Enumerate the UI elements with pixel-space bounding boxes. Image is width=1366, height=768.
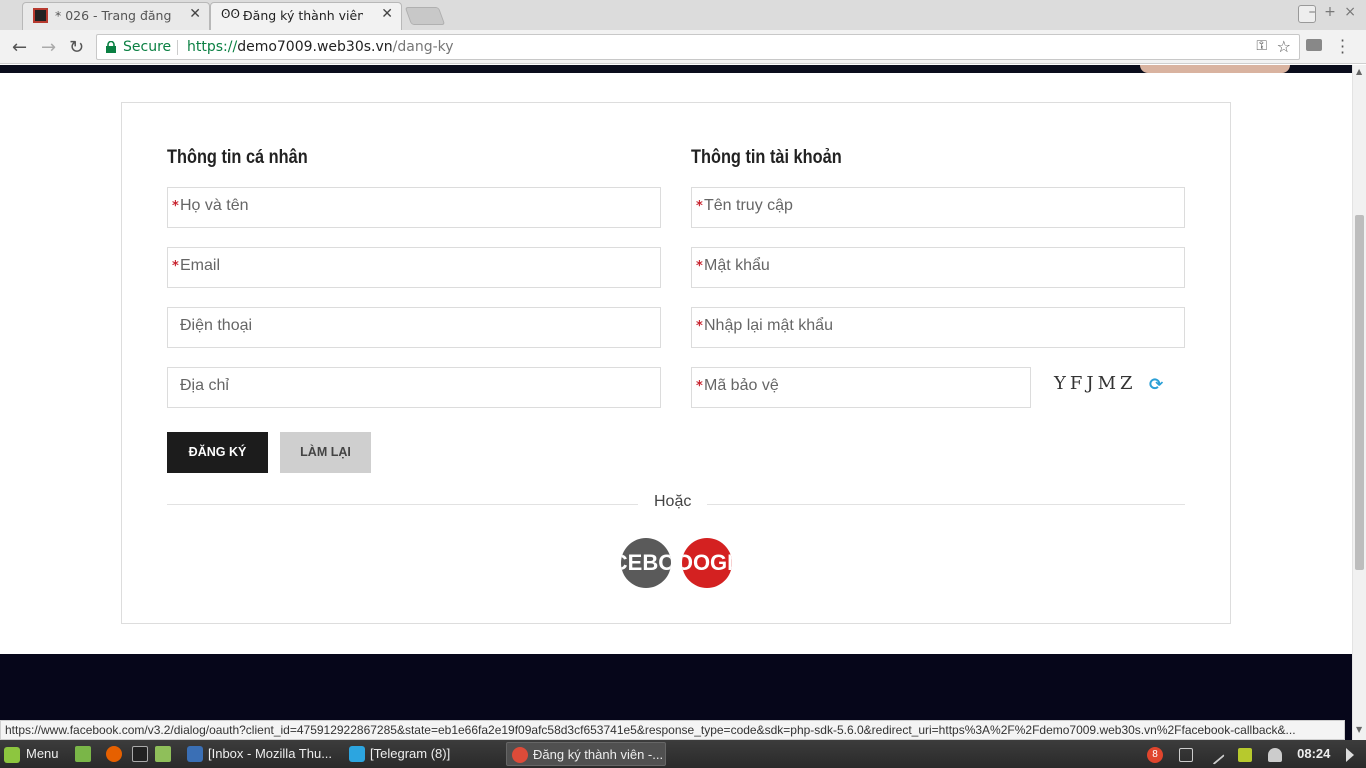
- page-viewport: Thông tin cá nhân Thông tin tài khoản * …: [0, 65, 1352, 740]
- confirm-password-input[interactable]: * Nhập lại mật khẩu: [691, 307, 1185, 348]
- bookmark-star-icon[interactable]: ☆: [1277, 37, 1291, 56]
- scroll-up-arrow-icon[interactable]: ▲: [1356, 67, 1362, 76]
- required-marker: *: [172, 199, 179, 214]
- status-bar-url: https://www.facebook.com/v3.2/dialog/oau…: [0, 720, 1345, 740]
- task-telegram[interactable]: [Telegram (8)]: [344, 742, 500, 766]
- account-info-title: Thông tin tài khoản: [691, 147, 842, 168]
- mint-logo-icon: [4, 746, 20, 763]
- or-label: Hoặc: [638, 493, 708, 511]
- camera-icon[interactable]: [1306, 39, 1322, 51]
- firefox-icon[interactable]: [106, 746, 122, 762]
- captcha-image: YFJMZ: [1054, 373, 1137, 394]
- tab-register[interactable]: ʘʘ Đăng ký thành viên ✕: [210, 2, 402, 30]
- reload-icon[interactable]: ↻: [69, 37, 84, 58]
- address-bar[interactable]: Secure https://demo7009.web30s.vn/dang-k…: [96, 34, 1300, 60]
- username-input[interactable]: * Tên truy cập: [691, 187, 1185, 228]
- new-tab-button[interactable]: [404, 7, 446, 25]
- scroll-down-arrow-icon[interactable]: ▼: [1356, 725, 1362, 734]
- close-tab-icon[interactable]: ✕: [189, 6, 201, 22]
- url-path: /dang-ky: [392, 39, 454, 55]
- password-placeholder: Mật khẩu: [704, 257, 770, 274]
- window-controls[interactable]: – + ×: [1309, 4, 1358, 20]
- captcha-placeholder: Mã bảo vệ: [704, 377, 779, 394]
- address-placeholder: Địa chỉ: [180, 377, 229, 394]
- task-thunderbird[interactable]: [Inbox - Mozilla Thu...: [182, 742, 338, 766]
- show-desktop-icon[interactable]: [75, 746, 91, 762]
- address-input[interactable]: Địa chỉ: [167, 367, 661, 408]
- thunderbird-icon: [187, 746, 203, 762]
- scroll-thumb[interactable]: [1355, 215, 1364, 570]
- phone-input[interactable]: Điện thoại: [167, 307, 661, 348]
- notification-badge[interactable]: 8: [1147, 746, 1163, 763]
- email-input[interactable]: * Email: [167, 247, 661, 288]
- start-menu-button[interactable]: Menu: [4, 740, 59, 768]
- key-icon[interactable]: ⚿: [1256, 38, 1267, 54]
- telegram-icon: [349, 746, 365, 762]
- keyboard-icon[interactable]: [1178, 747, 1193, 762]
- url-text[interactable]: https://demo7009.web30s.vn/dang-ky: [187, 39, 454, 55]
- back-arrow-icon[interactable]: ←: [12, 37, 27, 58]
- required-marker: *: [696, 379, 703, 394]
- clock[interactable]: 08:24: [1297, 746, 1330, 761]
- google-label: GOOGLE: [682, 550, 732, 575]
- site-favicon-icon: ʘʘ: [221, 7, 240, 21]
- banner-image: [1140, 65, 1290, 73]
- url-scheme: https://: [187, 39, 238, 55]
- browser-tab-strip: * 026 - Trang đăng ký on ✕ ʘʘ Đăng ký th…: [0, 0, 1366, 30]
- tab-page-editor[interactable]: * 026 - Trang đăng ký on ✕: [22, 2, 210, 30]
- browser-menu-icon[interactable]: · · ·: [1340, 33, 1345, 61]
- header-banner: [0, 65, 1352, 73]
- task-label: Đăng ký thành viên -...: [533, 747, 664, 762]
- register-button[interactable]: ĐĂNG KÝ: [167, 432, 268, 473]
- url-host: demo7009.web30s.vn: [237, 39, 393, 55]
- browser-toolbar: ← → ↻ Secure https://demo7009.web30s.vn/…: [0, 30, 1366, 64]
- reset-button[interactable]: LÀM LẠI: [280, 432, 371, 473]
- system-tray: 8 08:24: [1147, 740, 1360, 768]
- volume-icon[interactable]: [1346, 747, 1354, 762]
- chrome-icon: [512, 747, 528, 763]
- forward-arrow-icon[interactable]: →: [41, 37, 56, 58]
- task-label: [Inbox - Mozilla Thu...: [208, 746, 333, 761]
- required-marker: *: [696, 259, 703, 274]
- required-marker: *: [172, 259, 179, 274]
- files-icon[interactable]: [155, 746, 171, 762]
- address-separator: [177, 40, 178, 55]
- terminal-icon[interactable]: [132, 746, 148, 762]
- secure-label: Secure: [123, 39, 172, 55]
- page-favicon-icon: [33, 8, 48, 23]
- task-label: [Telegram (8)]: [370, 746, 451, 761]
- registration-form: Thông tin cá nhân Thông tin tài khoản * …: [121, 102, 1231, 624]
- confirm-password-placeholder: Nhập lại mật khẩu: [704, 317, 833, 334]
- lock-icon: [106, 41, 116, 53]
- personal-info-title: Thông tin cá nhân: [167, 147, 308, 168]
- menu-label: Menu: [26, 746, 59, 761]
- task-chrome[interactable]: Đăng ký thành viên -...: [506, 742, 666, 766]
- email-placeholder: Email: [180, 257, 221, 274]
- facebook-label: FACEBOOK: [621, 550, 671, 575]
- network-icon[interactable]: [1237, 747, 1252, 762]
- page-scrollbar[interactable]: ▲ ▼: [1352, 65, 1366, 740]
- tab-title: * 026 - Trang đăng ký on: [55, 8, 175, 23]
- pen-icon[interactable]: [1205, 744, 1226, 765]
- required-marker: *: [696, 319, 703, 334]
- refresh-captcha-icon[interactable]: ⟳: [1149, 375, 1163, 395]
- close-tab-icon[interactable]: ✕: [381, 6, 393, 22]
- full-name-placeholder: Họ và tên: [180, 197, 249, 214]
- facebook-login-button[interactable]: FACEBOOK: [621, 538, 671, 588]
- user-icon[interactable]: [1267, 747, 1282, 762]
- desktop-taskbar: Menu [Inbox - Mozilla Thu... [Telegram (…: [0, 740, 1366, 768]
- tab-title: Đăng ký thành viên: [243, 8, 363, 23]
- google-login-button[interactable]: GOOGLE: [682, 538, 732, 588]
- phone-placeholder: Điện thoại: [180, 317, 253, 334]
- captcha-input[interactable]: * Mã bảo vệ: [691, 367, 1031, 408]
- password-input[interactable]: * Mật khẩu: [691, 247, 1185, 288]
- full-name-input[interactable]: * Họ và tên: [167, 187, 661, 228]
- required-marker: *: [696, 199, 703, 214]
- username-placeholder: Tên truy cập: [704, 197, 793, 214]
